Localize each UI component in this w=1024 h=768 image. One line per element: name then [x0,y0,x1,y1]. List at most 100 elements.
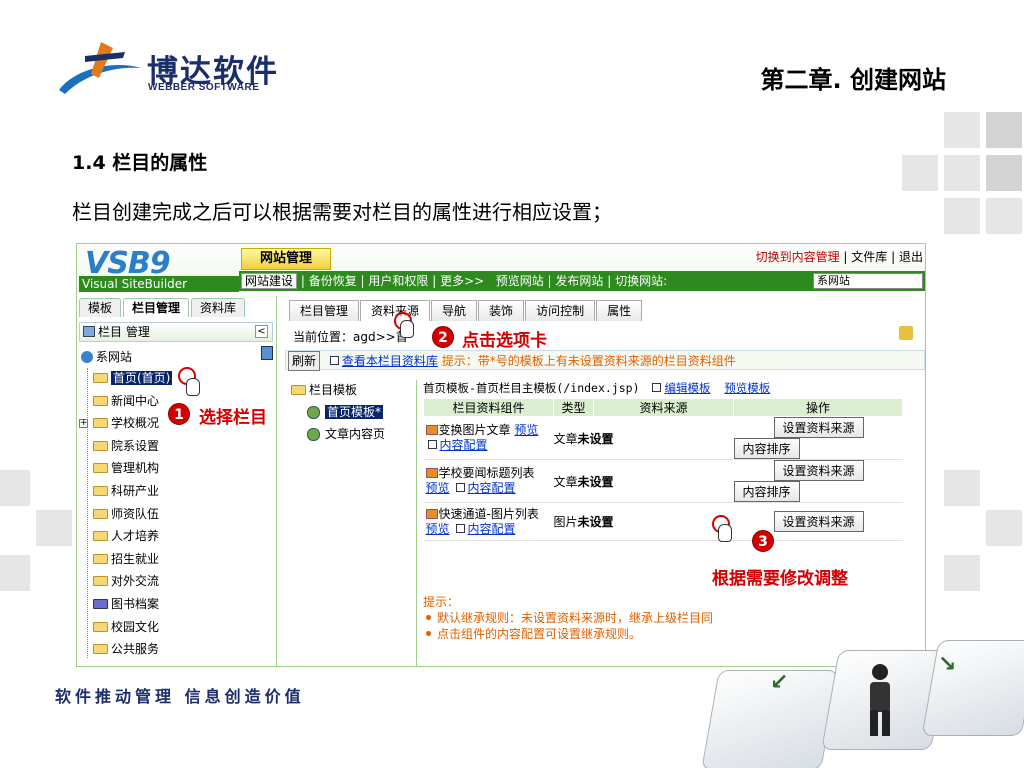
deco-square [944,555,980,591]
menu-backup[interactable]: 备份恢复 [309,274,357,288]
column-header: 资料来源 [593,398,734,417]
folder-icon [93,485,108,496]
tree-item[interactable]: 图书档案 [91,594,172,617]
config-icon [455,483,465,492]
tree-item[interactable]: 栏目模板 [289,380,416,402]
switch-content-link[interactable]: 切换到内容管理 [756,250,840,264]
deco-square [986,112,1022,148]
tree-root-label: 系网站 [96,350,133,364]
config-icon [455,523,465,533]
separator: | [432,274,441,288]
tree-item[interactable]: 院系设置 [91,436,172,459]
left-panel: 模板 栏目管理 资料库 栏目 管理 < 系网站 首页(首页) 新闻中心 + 学校概况 … [77,296,277,666]
table-row: 学校要闻标题列表 预览 内容配置 文章未设置 设置资料来源内容排序 [423,459,903,503]
menu-switch-site[interactable]: 切换网站: [615,274,667,288]
tree-item[interactable]: 对外交流 [91,571,172,594]
set-source-button[interactable]: 设置资料来源 [773,511,864,532]
deco-square [986,510,1022,546]
tab-column-manage[interactable]: 栏目管理 [289,300,360,321]
book-icon[interactable] [261,346,273,360]
menu-preview[interactable]: 预览网站 [496,274,544,288]
tree-item[interactable]: 首页模板* [289,402,416,424]
tree-item[interactable]: 公共服务 [91,639,172,662]
tree-item[interactable]: 招生就业 [91,549,172,572]
tip-item: 默认继承规则：未设置资料来源时，继承上级栏目同 [423,610,713,626]
vsb-subtitle: Visual SiteBuilder [79,276,239,292]
preview-link[interactable]: 预览 [426,522,450,536]
view-icon [329,356,339,365]
template-icon [307,406,320,419]
link-icon [93,598,108,609]
edit-template-link[interactable]: 编辑模板 [664,381,710,395]
content-config-link[interactable]: 内容配置 [468,522,516,536]
home-folder-icon [93,373,108,383]
hand-cursor-icon [718,524,732,542]
tree-item[interactable]: 文章内容页 [289,424,416,446]
tab-access-control[interactable]: 访问控制 [525,300,596,321]
tree-item[interactable]: 科研产业 [91,481,172,504]
deco-square [986,198,1022,234]
panel-title: 栏目 管理 [98,325,150,339]
folder-icon [93,553,108,564]
tip-item: 点击组件的内容配置可设置继承规则。 [423,626,713,642]
menu-users[interactable]: 用户和权限 [368,274,428,288]
menu-more[interactable]: 更多>> [440,274,484,288]
preview-link[interactable]: 预览 [514,423,538,437]
folder-icon [93,418,108,429]
hand-cursor-icon [186,378,200,396]
template-tree: 栏目模板 首页模板* 文章内容页 [289,380,417,666]
table-row: 变换图片文章 预览 内容配置 文章未设置 设置资料来源内容排序 [423,416,903,460]
slide: 博达软件 WEBBER SOFTWARE 第二章. 创建网站 1.4 栏目的属性… [0,0,1024,768]
preview-template-link[interactable]: 预览模板 [724,381,770,395]
tab-properties[interactable]: 属性 [596,300,643,321]
tree-item[interactable]: 校园文化 [91,617,172,640]
deco-square [0,555,30,591]
tab-library[interactable]: 资料库 [191,298,246,317]
file-library-link[interactable]: 文件库 [851,250,887,264]
folder-icon [93,463,108,474]
preview-link[interactable]: 预览 [426,481,450,495]
tab-decoration[interactable]: 装饰 [478,300,525,321]
menu-publish[interactable]: 发布网站 [555,274,603,288]
sort-content-button[interactable]: 内容排序 [733,481,800,502]
deco-square [36,510,72,546]
site-select[interactable]: 系网站 [813,273,923,289]
content-config-link[interactable]: 内容配置 [440,438,488,452]
tab-column-management[interactable]: 栏目管理 [123,298,190,317]
menu-site-build[interactable]: 网站建设 [241,273,298,289]
tree-item[interactable]: + 学校概况 [79,413,172,436]
tree-item[interactable]: 人才培养 [91,526,172,549]
tab-site-management[interactable]: 网站管理 [241,248,331,270]
step-badge-2: 2 [432,326,454,348]
tree-line [87,368,88,658]
step-label-3: 根据需要修改调整 [712,564,848,589]
folder-icon [93,621,108,632]
content-config-link[interactable]: 内容配置 [468,481,516,495]
person-figure-icon [870,664,890,736]
logout-link[interactable]: 退出 [899,250,923,264]
tree-item[interactable]: 首页(首页) [91,368,173,391]
footer-slogan: 软件推动管理 信息创造价值 [55,687,305,706]
step-badge-1: 1 [168,403,190,425]
refresh-button[interactable]: 刷新 [288,351,321,371]
tab-navigation[interactable]: 导航 [431,300,478,321]
collapse-icon[interactable]: < [255,325,268,338]
tips-box: 提示： 默认继承规则：未设置资料来源时，继承上级栏目同 点击组件的内容配置可设置… [423,594,713,642]
tree-item[interactable]: 师资队伍 [91,504,172,527]
separator: | [300,274,309,288]
deco-square [944,112,980,148]
up-arrow-icon[interactable] [899,326,913,340]
right-panel: 栏目管理 资料来源 导航 装饰 访问控制 属性 当前位置：agd>>首 刷新 查看本栏目资… [283,296,925,666]
set-source-button[interactable]: 设置资料来源 [773,417,864,438]
tree-item[interactable]: 管理机构 [91,458,172,481]
set-source-button[interactable]: 设置资料来源 [773,460,864,481]
tab-template[interactable]: 模板 [79,298,122,317]
sort-content-button[interactable]: 内容排序 [733,438,800,459]
tree-root[interactable]: 系网站 [81,348,132,365]
view-library-link[interactable]: 查看本栏目资料库 [342,354,438,368]
content-tabs: 栏目管理 资料来源 导航 装饰 访问控制 属性 [289,300,643,321]
panel-header: 栏目 管理 < [79,322,273,342]
step-label-2: 点击选项卡 [462,331,547,351]
tree-item[interactable]: 新闻中心 [91,391,172,414]
expand-icon[interactable]: + [79,419,88,429]
